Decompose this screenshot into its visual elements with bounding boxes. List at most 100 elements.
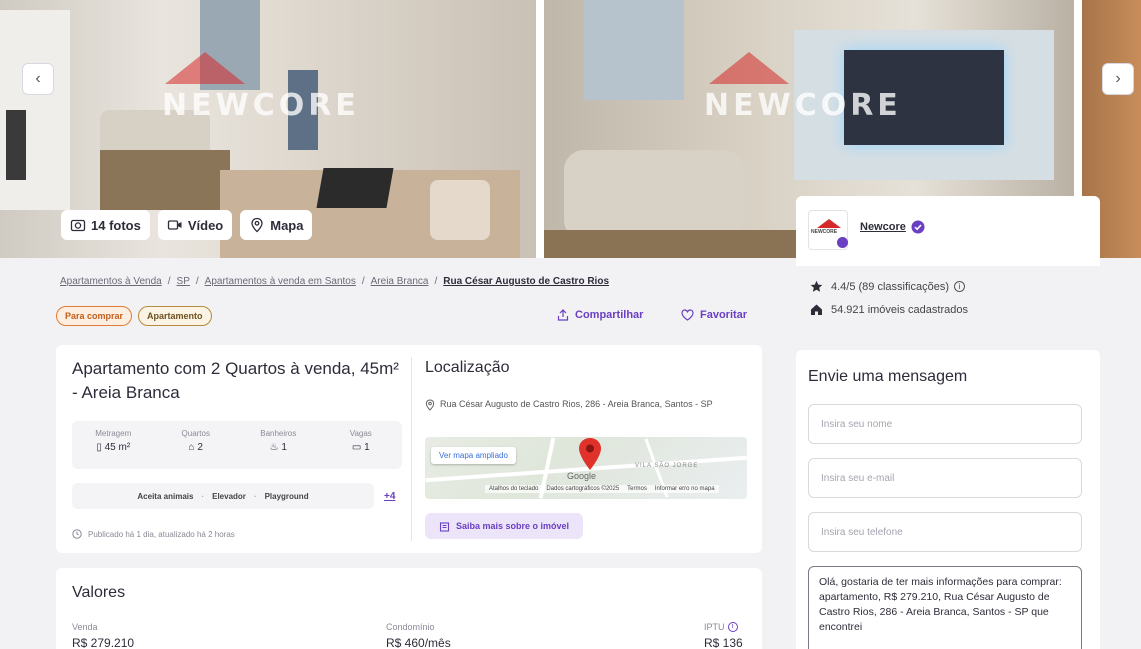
- value-sale: Venda R$ 279.210: [72, 622, 134, 649]
- tab-photos-label: 14 fotos: [91, 217, 141, 233]
- house-icon: [811, 304, 822, 315]
- map-expand-button[interactable]: Ver mapa ampliado: [431, 447, 516, 464]
- building-icon: [439, 521, 450, 532]
- gallery-next-button[interactable]: ›: [1102, 63, 1134, 95]
- gallery-prev-button[interactable]: ‹: [22, 63, 54, 95]
- map-marker-icon: [579, 438, 601, 470]
- spec-parking: Vagas ▭ 1: [320, 421, 403, 469]
- breadcrumb-link-city[interactable]: Apartamentos à venda em Santos: [205, 276, 356, 287]
- published-info: Publicado há 1 dia, atualizado há 2 hora…: [72, 529, 235, 539]
- window: [584, 0, 684, 100]
- chair: [430, 180, 490, 240]
- value-label-row: IPTU i: [704, 622, 743, 632]
- phone-input[interactable]: [808, 512, 1082, 552]
- favorite-label: Favoritar: [700, 309, 748, 321]
- map-footer-shortcuts[interactable]: Atalhos do teclado: [489, 486, 538, 492]
- listing-title: Apartamento com 2 Quartos à venda, 45m² …: [72, 359, 399, 402]
- heart-icon: [681, 309, 694, 321]
- breadcrumb-separator: /: [434, 276, 438, 287]
- contact-form-card: Envie uma mensagem Olá, gostaria de ter …: [796, 350, 1100, 649]
- spec-bedrooms: Quartos ⌂ 2: [155, 421, 238, 469]
- agency-rating: 4.4/5 (89 classificações) i: [810, 280, 1086, 293]
- map-footer-terms[interactable]: Termos: [627, 486, 647, 492]
- spec-label: Vagas: [349, 429, 372, 438]
- badge-property-type: Apartamento: [138, 306, 212, 326]
- ruler-icon: ▯: [96, 442, 102, 453]
- value-amount: R$ 460/mês: [386, 636, 451, 649]
- feature-item: Playground: [264, 491, 309, 501]
- camera-icon: [70, 219, 86, 232]
- spec-value: 1: [364, 442, 370, 453]
- feature-separator: ·: [201, 491, 205, 501]
- listing-badges: Para comprar Apartamento: [56, 306, 212, 326]
- agency-name: Newcore: [860, 221, 906, 233]
- agency-properties: 54.921 imóveis cadastrados: [810, 303, 1086, 316]
- tab-map[interactable]: Mapa: [240, 210, 313, 240]
- location-pin-icon: [425, 399, 435, 411]
- spec-value: 45 m²: [104, 442, 131, 453]
- watermark-logo-icon: [709, 52, 789, 84]
- share-icon: [557, 309, 569, 321]
- learn-more-label: Saiba mais sobre o imóvel: [456, 521, 570, 531]
- feature-item: Aceita animais: [137, 491, 194, 501]
- location-map[interactable]: Ver mapa ampliado Google VILA SÃO JORGE …: [425, 437, 747, 499]
- learn-more-button[interactable]: Saiba mais sobre o imóvel: [425, 513, 584, 539]
- share-button[interactable]: Compartilhar: [557, 309, 643, 321]
- share-label: Compartilhar: [575, 309, 644, 321]
- agency-card: NEWCORE Newcore: [796, 196, 1100, 266]
- map-footer-report[interactable]: Informar erro no mapa: [655, 486, 715, 492]
- spec-value: 1: [281, 442, 287, 453]
- agency-logo[interactable]: NEWCORE: [808, 210, 848, 250]
- video-icon: [167, 220, 182, 230]
- map-area-label: VILA SÃO JORGE: [635, 463, 699, 469]
- breadcrumb: Apartamentos à Venda / SP / Apartamentos à v…: [60, 276, 609, 287]
- spec-label: Quartos: [181, 429, 210, 438]
- listing-specs: Metragem ▯ 45 m² Quartos ⌂ 2 Banheiros ♨…: [72, 421, 402, 469]
- spec-bathrooms: Banheiros ♨ 1: [237, 421, 320, 469]
- verified-badge-icon: [837, 237, 848, 248]
- breadcrumb-link-sale[interactable]: Apartamentos à Venda: [60, 276, 162, 287]
- info-icon[interactable]: i: [954, 281, 965, 292]
- oven: [6, 110, 26, 180]
- bed-icon: ⌂: [188, 442, 195, 453]
- address-text: Rua César Augusto de Castro Rios, 286 - …: [440, 399, 713, 409]
- feature-separator: ·: [253, 491, 257, 501]
- card-divider: [411, 357, 412, 541]
- agency-name-link[interactable]: Newcore: [860, 220, 925, 234]
- feature-item: Elevador: [212, 491, 246, 501]
- values-title: Valores: [72, 584, 126, 601]
- agency-stats: 4.4/5 (89 classificações) i 54.921 imóve…: [796, 266, 1100, 336]
- email-input[interactable]: [808, 458, 1082, 498]
- location-address: Rua César Augusto de Castro Rios, 286 - …: [425, 397, 745, 411]
- breadcrumb-link-neighborhood[interactable]: Areia Branca: [371, 276, 429, 287]
- message-textarea[interactable]: Olá, gostaria de ter mais informações pa…: [808, 566, 1082, 649]
- spec-label: Metragem: [95, 429, 132, 438]
- spec-value: 2: [197, 442, 203, 453]
- breadcrumb-separator: /: [195, 276, 199, 287]
- value-iptu: IPTU i R$ 136: [704, 622, 743, 649]
- bath-icon: ♨: [269, 442, 279, 453]
- spec-area: Metragem ▯ 45 m²: [72, 421, 155, 469]
- gallery-tabs: 14 fotos Vídeo Mapa: [61, 210, 313, 240]
- more-features-link[interactable]: +4: [384, 491, 395, 502]
- value-label: IPTU: [704, 622, 725, 632]
- verified-icon: [911, 220, 925, 234]
- info-icon[interactable]: i: [727, 622, 738, 632]
- chevron-right-icon: ›: [1115, 70, 1121, 87]
- favorite-button[interactable]: Favoritar: [681, 309, 747, 321]
- roof-logo-icon: [817, 219, 841, 228]
- tab-video[interactable]: Vídeo: [157, 210, 233, 240]
- watermark-text: NEWCORE: [162, 88, 360, 123]
- features-list: Aceita animais · Elevador · Playground: [72, 483, 374, 509]
- published-text: Publicado há 1 dia, atualizado há 2 hora…: [88, 529, 235, 539]
- location-title: Localização: [425, 359, 510, 376]
- map-footer-data: Dados cartográficos ©2025: [546, 486, 620, 492]
- properties-text: 54.921 imóveis cadastrados: [831, 303, 968, 316]
- breadcrumb-link-state[interactable]: SP: [177, 276, 190, 287]
- map-google-label: Google: [567, 471, 597, 481]
- breadcrumb-current[interactable]: Rua César Augusto de Castro Rios: [443, 276, 609, 287]
- tab-photos[interactable]: 14 fotos: [61, 210, 150, 240]
- name-input[interactable]: [808, 404, 1082, 444]
- breadcrumb-separator: /: [167, 276, 171, 287]
- contact-title: Envie uma mensagem: [808, 368, 968, 385]
